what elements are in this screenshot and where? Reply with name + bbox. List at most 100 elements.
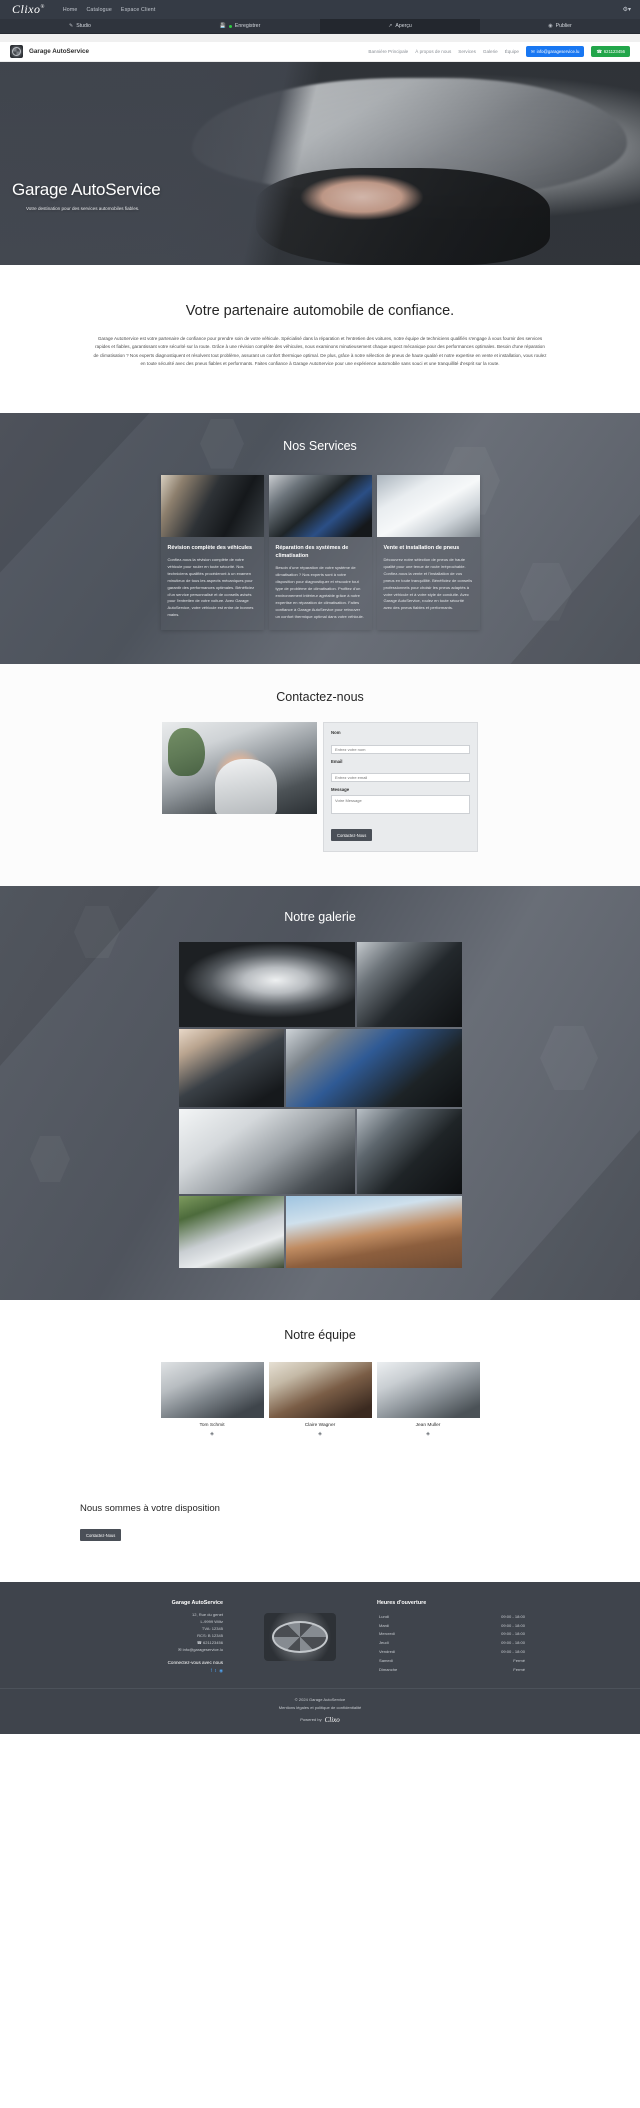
services-card-list: Révision complète des véhicules Confiez-…	[0, 474, 640, 631]
footer-hours-column: Heures d'ouverture Lundi 09:00 - 18:00 Ma…	[377, 1600, 527, 1674]
header-phone-button[interactable]: ☎ 621123456	[591, 46, 630, 57]
table-row: Lundi 09:00 - 18:00	[379, 1613, 525, 1620]
footer-address-line-2: L-9999 Wiltz	[200, 1619, 224, 1625]
footer-logo-column	[245, 1600, 355, 1674]
footer-email[interactable]: ✉ info@garageservice.lu	[113, 1646, 223, 1653]
gallery-item[interactable]	[356, 941, 462, 1027]
site-footer: Garage AutoService 12, Rue du genet L-99…	[0, 1581, 640, 1734]
gallery-item[interactable]	[178, 1028, 284, 1107]
builder-nav-espace-client[interactable]: Espace Client	[121, 7, 156, 13]
tab-studio[interactable]: ✎ Studio	[0, 19, 160, 33]
facebook-icon[interactable]: f	[211, 1668, 212, 1674]
site-nav-a-propos[interactable]: À propos de nous	[415, 49, 451, 54]
clixo-logo[interactable]: Clixo®	[8, 2, 45, 17]
team-member-photo	[160, 1361, 264, 1418]
builder-top-bar: Clixo® Home Catalogue Espace Client ⚙▾	[0, 0, 640, 19]
hex-decoration	[540, 1025, 598, 1090]
hours-day: Lundi	[379, 1613, 389, 1619]
team-row: Tom Schmit ◈ Claire Wagner ◈ Jean Muller…	[0, 1361, 640, 1437]
hours-day: Mercredi	[379, 1631, 395, 1637]
contact-submit-button[interactable]: Contactez-Nous	[331, 829, 373, 842]
hours-time: 09:00 - 18:00	[501, 1631, 525, 1637]
service-card-image	[160, 474, 264, 537]
social-icon[interactable]: ◈	[161, 1431, 264, 1437]
service-card[interactable]: Révision complète des véhicules Confiez-…	[160, 474, 264, 631]
gallery-item[interactable]	[178, 941, 355, 1027]
hero-overlay-secondary	[0, 62, 640, 265]
tab-enregistrer[interactable]: 💾 Enregistrer	[160, 19, 320, 33]
twitter-icon[interactable]: t	[215, 1668, 216, 1674]
builder-gap	[0, 34, 640, 42]
social-icon[interactable]: ◈	[377, 1431, 480, 1437]
footer-email-label: info@garageservice.lu	[182, 1647, 223, 1653]
gear-wheel-logo	[10, 45, 23, 58]
hero-title: Garage AutoService	[12, 180, 161, 199]
team-heading: Notre équipe	[284, 1327, 356, 1342]
footer-columns: Garage AutoService 12, Rue du genet L-99…	[0, 1600, 640, 1674]
gallery-item[interactable]	[178, 1108, 355, 1194]
about-body: Garage AutoService est votre partenaire …	[93, 336, 547, 367]
service-card-image	[268, 474, 372, 537]
site-nav-services[interactable]: Services	[458, 49, 476, 54]
contact-name-input[interactable]	[331, 744, 470, 754]
team-member-name: Claire Wagner	[304, 1422, 336, 1428]
tab-apercu[interactable]: ↗ Aperçu	[320, 19, 480, 33]
service-card-title: Révision complète des véhicules	[167, 544, 253, 551]
gallery-grid	[178, 941, 462, 1268]
table-row: Jeudi 09:00 - 18:00	[379, 1639, 525, 1646]
footer-phone-label: 621123456	[203, 1640, 223, 1646]
hours-day: Mardi	[379, 1622, 390, 1628]
cta-section: Nous sommes à votre disposition Contacte…	[0, 1466, 640, 1582]
table-row: Dimanche Fermé	[379, 1666, 525, 1673]
service-card-title: Vente et installation de pneus	[383, 544, 460, 551]
gallery-item[interactable]	[285, 1028, 462, 1107]
cta-contact-button[interactable]: Contactez-Nous	[80, 1529, 122, 1542]
powered-by-label: Powered by	[300, 1717, 322, 1723]
footer-address-line-1: 12, Rue du genet	[191, 1611, 223, 1617]
builder-nav-catalogue[interactable]: Catalogue	[86, 7, 111, 13]
contact-message-input[interactable]	[331, 794, 470, 814]
triangle-decoration	[490, 1129, 640, 1300]
hours-time: 09:00 - 18:00	[501, 1648, 525, 1654]
external-link-icon: ↗	[388, 23, 393, 29]
footer-powered-by: Powered by Clixo	[0, 1716, 640, 1724]
tab-publier[interactable]: ◉ Publier	[480, 19, 640, 33]
gallery-item[interactable]	[285, 1195, 462, 1268]
header-email-label: info@garageservice.lu	[536, 49, 580, 54]
footer-tva: TVA: 12345	[201, 1626, 223, 1632]
service-card[interactable]: Vente et installation de pneus Découvrez…	[376, 474, 480, 631]
contact-email-input[interactable]	[331, 773, 470, 783]
clixo-logo-sup: ®	[40, 5, 45, 10]
service-card-text: Découvrez notre sélection de pneus de ha…	[383, 556, 473, 611]
footer-legal-link[interactable]: Mentions légales et politique de confide…	[0, 1704, 640, 1711]
about-heading: Votre partenaire automobile de confiance…	[185, 303, 455, 319]
social-icon[interactable]: ◈	[269, 1431, 372, 1437]
footer-phone[interactable]: ☎ 621123456	[113, 1639, 223, 1646]
service-card-title: Réparation des systèmes de climatisation	[275, 544, 349, 559]
site-header: Garage AutoService Bannière Principale À…	[0, 42, 640, 62]
gallery-item[interactable]	[178, 1195, 284, 1268]
site-nav-galerie[interactable]: Galerie	[483, 49, 498, 54]
gear-icon[interactable]: ⚙▾	[623, 6, 631, 13]
contact-row: Nom Email Message Contactez-Nous	[0, 722, 640, 852]
status-dot	[228, 24, 232, 28]
hero-section: Garage AutoService Votre destination pou…	[0, 62, 640, 265]
services-section: Nos Services Révision complète des véhic…	[0, 412, 640, 665]
pencil-icon: ✎	[69, 23, 74, 29]
contact-image	[162, 722, 317, 815]
site-nav-equipe[interactable]: Équipe	[505, 49, 519, 54]
clixo-footer-logo[interactable]: Clixo	[325, 1716, 340, 1724]
footer-company-column: Garage AutoService 12, Rue du genet L-99…	[113, 1600, 223, 1674]
gallery-item[interactable]	[356, 1108, 462, 1194]
team-member-name: Tom Schmit	[199, 1422, 225, 1428]
tab-apercu-label: Aperçu	[395, 23, 412, 29]
hours-time: 09:00 - 18:00	[501, 1613, 525, 1619]
header-email-button[interactable]: ✉ info@garageservice.lu	[526, 46, 585, 57]
instagram-icon[interactable]: ◉	[219, 1668, 223, 1674]
tab-enregistrer-label: Enregistrer	[234, 23, 261, 29]
phone-icon: ☎	[596, 48, 602, 54]
gallery-heading: Notre galerie	[284, 909, 356, 924]
service-card[interactable]: Réparation des systèmes de climatisation…	[268, 474, 372, 631]
builder-nav-home[interactable]: Home	[63, 7, 78, 13]
site-nav-banniere-principale[interactable]: Bannière Principale	[368, 49, 408, 54]
